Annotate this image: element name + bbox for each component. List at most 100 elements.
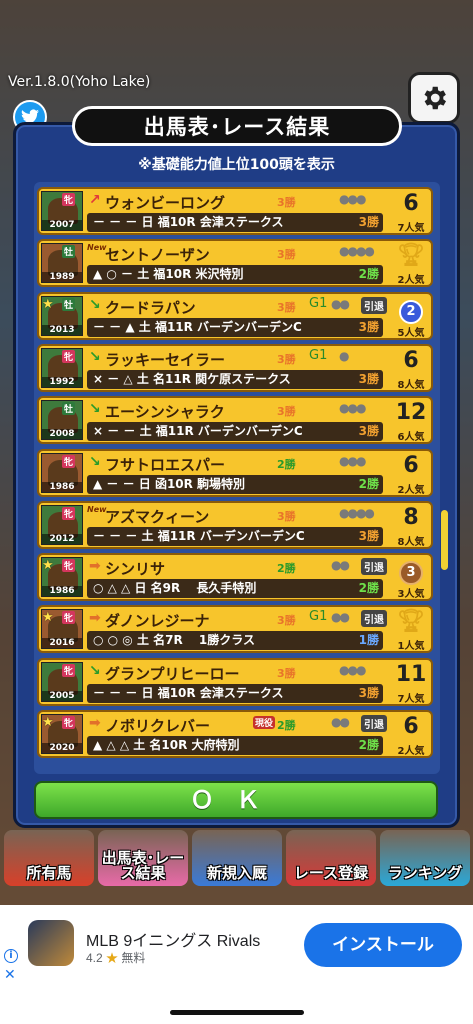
medal-icons: ●●● [339,453,366,468]
star-icon: ★ [42,715,54,730]
active-badge: 現役 [253,716,276,729]
class-wins: 3勝 [277,248,296,262]
nav-item-label: 出馬表･レース結果 [101,848,185,883]
class-wins: 3勝 [277,352,296,366]
horse-portrait: 牝 1986 [41,452,83,493]
birth-year: 2016 [42,638,82,649]
horse-portrait: 牡 2008 [41,400,83,441]
class-wins: 3勝 [277,405,296,419]
laurel-icon: G1 [309,347,328,363]
new-tag: New [87,243,107,253]
trend-arrow-icon: ➡ [89,610,101,627]
finish-place-box: 12 [393,399,429,427]
nav-item-label: 新規入厩 [206,864,267,883]
race-class: 3勝 [358,371,379,386]
laurel-icon: G1 [309,295,328,311]
race-class: 2勝 [358,581,379,596]
scrollbar[interactable] [441,510,448,570]
finish-place-box: 6 [393,190,429,218]
horse-row[interactable]: 牝 1986 ↘ フサトロエスパー 2勝 ●●● ▲ － － 日 函10R 駒場特別 2勝 6 2… [37,448,433,497]
horse-name: エーシンシャラク [105,403,225,422]
race-info: ▲ － － 日 函10R 駒場特別 2勝 [87,474,383,494]
horse-portrait: 牝 2005 [41,661,83,702]
birth-year: 2005 [42,690,82,701]
trend-arrow-icon: ➡ [89,715,101,731]
nav-item-label: 所有馬 [26,864,72,883]
sex-badge: 牝 [62,349,76,363]
star-icon: ★ [42,558,54,574]
trend-arrow-icon: ↘ [89,296,101,313]
trend-arrow-icon: ↘ [89,348,101,365]
horse-portrait: 牝 2016 ★ [41,609,83,650]
race-name: － － ▲ 土 福11R バーデンバーデンC [93,319,302,334]
popularity: 6人気 [397,432,425,444]
horse-name: ノボリクレバー [105,717,211,735]
horse-row[interactable]: 牡 2013 ★ ↘ クードラパン 3勝 G1 ●● 引退 － － ▲ 土 福11R バーデンバー… [37,291,433,340]
race-class: 3勝 [358,424,379,439]
popularity: 2人気 [397,484,425,496]
race-class: 1勝 [358,633,379,648]
horse-row[interactable]: 牝 1986 ★ ➡ シンリサ 2勝 ●● 引退 ○ △ △ 日 名9R 長久手特別 2勝 3 3人気 [37,553,433,602]
finish-place: 6 [403,347,419,373]
ad-close-icon[interactable]: ✕ [4,967,16,983]
ad-info-icon[interactable]: i [4,949,18,963]
race-name: － － － 日 福10R 会津ステークス [93,685,284,700]
race-class: 2勝 [358,267,379,282]
nav-item-1[interactable]: 所有馬 [4,830,94,886]
retired-badge: 引退 [361,610,387,628]
ok-button[interactable]: ＯＫ [34,781,438,819]
horse-list[interactable]: 牝 2007 ↗ ウォンビーロング 3勝 ●●● － － － 日 福10R 会津ステークス 3… [34,182,440,774]
horse-portrait: 牝 2007 [41,191,83,231]
race-class: 3勝 [358,215,379,229]
nav-item-3[interactable]: 新規入厩 [192,830,282,886]
sex-badge: 牡 [62,245,76,259]
horse-row[interactable]: 牝 2005 ↘ グランプリヒーロー 3勝 ●●● － － － 日 福10R 会津ステークス… [37,657,433,706]
horse-row[interactable]: 牝 2012 New アズマクィーン 3勝 ●●●● － － － 土 福11R バーデンバー… [37,500,433,549]
sex-badge: 牝 [62,193,76,206]
bronze-medal-icon: 3 [399,561,423,586]
horse-row[interactable]: 牝 1992 ↘ ラッキーセイラー 3勝 G1 ● × － △ 土 名11R 関ケ原ステークス… [37,343,433,392]
ad-title[interactable]: MLB 9イニングス Rivals [86,927,260,951]
horse-row[interactable]: 牡 2008 ↘ エーシンシャラク 3勝 ●●● × － － 土 福11R バーデンバーデン… [37,396,433,445]
silver-medal-icon: 2 [399,299,423,324]
nav-item-5[interactable]: ランキング [380,830,470,886]
race-class: 3勝 [358,319,379,334]
nav-item-2[interactable]: 出馬表･レース結果 [98,830,188,886]
version-label: Ver.1.8.0(Yoho Lake) [8,74,151,90]
retired-badge: 引退 [361,715,387,732]
medal-icons: ●●● [339,662,366,677]
home-indicator [170,1010,304,1015]
horse-row[interactable]: 牝 2020 ★ ➡ ノボリクレバー 現役 2勝 ●● 引退 ▲ △ △ 土 名10R 大府特別 2… [37,710,433,758]
horse-row[interactable]: 牝 2016 ★ ➡ ダノンレジーナ 3勝 G1 ●● 引退 ○ ○ ◎ 土 名7R 1勝クラス 1… [37,605,433,654]
popularity: 8人気 [397,536,425,548]
medal-icons: ●● [331,610,350,625]
sex-badge: 牡 [62,297,76,311]
horse-portrait: 牝 2012 [41,504,83,545]
horse-name: フサトロエスパー [105,455,226,474]
sex-badge: 牝 [62,559,76,573]
class-wins: 3勝 [277,196,296,209]
ad-rating-value: 4.2 [86,951,103,965]
finish-place-box: 6 [393,452,429,480]
trend-arrow-icon: ↘ [89,453,101,470]
sex-badge: 牝 [62,611,76,625]
race-name: ▲ △ △ 土 名10R 大府特別 [93,738,240,752]
medal-icons: ●●●● [339,505,375,520]
birth-year: 2020 [42,743,82,753]
popularity: 3人気 [397,589,425,601]
horse-row[interactable]: 牡 1989 New セントノーザン 3勝 ●●●● ▲ ○ － 土 福10R 米沢特別 2勝… [37,239,433,288]
nav-item-label: レース登録 [293,864,369,883]
ad-app-icon[interactable] [28,920,74,966]
horse-portrait: 牝 2020 ★ [41,714,83,754]
popularity: 2人気 [397,746,425,757]
ad-install-button[interactable]: インストール [304,923,462,967]
birth-year: 1989 [42,272,82,283]
popularity: 8人気 [397,379,425,391]
birth-year: 2013 [42,324,82,335]
horse-row[interactable]: 牝 2007 ↗ ウォンビーロング 3勝 ●●● － － － 日 福10R 会津ステークス 3… [37,187,433,235]
race-class: 3勝 [358,685,379,700]
nav-item-4[interactable]: レース登録 [286,830,376,886]
gear-icon[interactable] [408,72,460,124]
birth-year: 1986 [42,586,82,597]
class-wins: 3勝 [277,300,296,314]
